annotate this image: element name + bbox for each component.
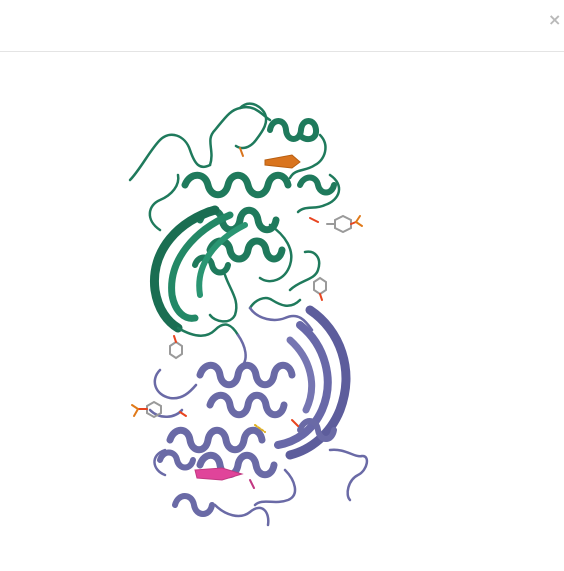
close-icon: × xyxy=(548,10,562,29)
close-button[interactable]: × xyxy=(548,8,564,32)
chain-a xyxy=(128,102,341,337)
chain-a-loop xyxy=(176,323,240,337)
ligand-left-middle xyxy=(169,335,183,360)
ligand-marker xyxy=(291,419,299,427)
chain-b-loop xyxy=(213,503,270,527)
chain-a-helix xyxy=(181,171,292,199)
structure-dialog: × xyxy=(0,0,564,571)
chain-a-loop xyxy=(148,173,180,232)
chain-a-loop xyxy=(248,296,302,310)
chain-a-helix xyxy=(297,174,337,196)
dialog-header: × xyxy=(0,0,564,52)
chain-a-loop xyxy=(234,102,268,150)
protein-structure-render xyxy=(128,102,369,527)
chain-b-helix xyxy=(172,493,215,517)
chain-a-helix xyxy=(267,118,319,143)
ligand-upper-right xyxy=(309,214,363,234)
structure-viewer[interactable] xyxy=(0,53,564,571)
chain-b-helix xyxy=(196,361,296,389)
ligand-marker xyxy=(249,479,255,489)
chain-b-loop xyxy=(153,368,198,400)
highlight-strand-top xyxy=(264,154,301,169)
chain-b-helix xyxy=(206,391,288,419)
chain-b-loop xyxy=(328,448,369,502)
chain-a-loop xyxy=(208,105,272,167)
chain-b xyxy=(148,305,369,527)
chain-b-helix xyxy=(157,449,196,471)
ligand-middle xyxy=(313,276,327,301)
chain-a-loop xyxy=(208,273,238,323)
chain-b-helix xyxy=(166,426,266,454)
